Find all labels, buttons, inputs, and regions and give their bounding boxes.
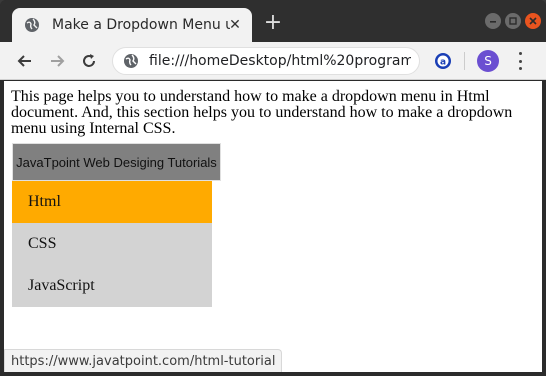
back-arrow-icon: [17, 55, 31, 67]
forward-button[interactable]: [46, 50, 68, 72]
browser-window: Make a Dropdown Menu u ✕ + file:///homeD…: [0, 0, 546, 376]
maximize-window-button[interactable]: [505, 13, 521, 29]
toolbar-separator: [464, 52, 465, 70]
address-bar[interactable]: file:///homeDesktop/html%20program...: [112, 47, 420, 75]
intro-paragraph: This page helps you to understand how to…: [11, 88, 513, 137]
reload-button[interactable]: [78, 50, 100, 72]
globe-icon: [24, 17, 40, 33]
page-viewport: This page helps you to understand how to…: [4, 81, 542, 372]
profile-avatar[interactable]: S: [477, 50, 499, 72]
browser-toolbar: file:///homeDesktop/html%20program... a …: [0, 42, 546, 80]
address-text[interactable]: file:///homeDesktop/html%20program...: [149, 53, 411, 69]
svg-text:a: a: [440, 58, 446, 68]
menu-item-html[interactable]: Html: [12, 181, 212, 223]
browser-tab[interactable]: Make a Dropdown Menu u ✕: [12, 8, 252, 42]
browser-menu-icon[interactable]: [512, 52, 528, 70]
site-info-icon[interactable]: [123, 53, 139, 69]
maximize-icon: [505, 13, 521, 29]
close-window-button[interactable]: [525, 13, 541, 29]
minimize-icon: [485, 13, 501, 29]
minimize-window-button[interactable]: [485, 13, 501, 29]
new-tab-button[interactable]: +: [262, 12, 284, 34]
back-button[interactable]: [14, 50, 36, 72]
tab-bar: Make a Dropdown Menu u ✕ +: [0, 0, 546, 42]
dropdown-button[interactable]: JavaTpoint Web Desiging Tutorials: [12, 143, 221, 181]
status-bar-url: https://www.javatpoint.com/html-tutorial: [4, 349, 283, 372]
close-tab-icon[interactable]: ✕: [226, 16, 244, 34]
reload-icon: [83, 54, 95, 67]
dropdown-menu: Html CSS JavaScript: [12, 181, 212, 307]
menu-item-css[interactable]: CSS: [12, 223, 212, 265]
extension-icon[interactable]: a: [434, 52, 452, 70]
menu-item-javascript[interactable]: JavaScript: [12, 265, 212, 307]
forward-arrow-icon: [51, 55, 65, 67]
tab-title: Make a Dropdown Menu u: [52, 17, 230, 33]
close-window-icon: [525, 13, 541, 29]
